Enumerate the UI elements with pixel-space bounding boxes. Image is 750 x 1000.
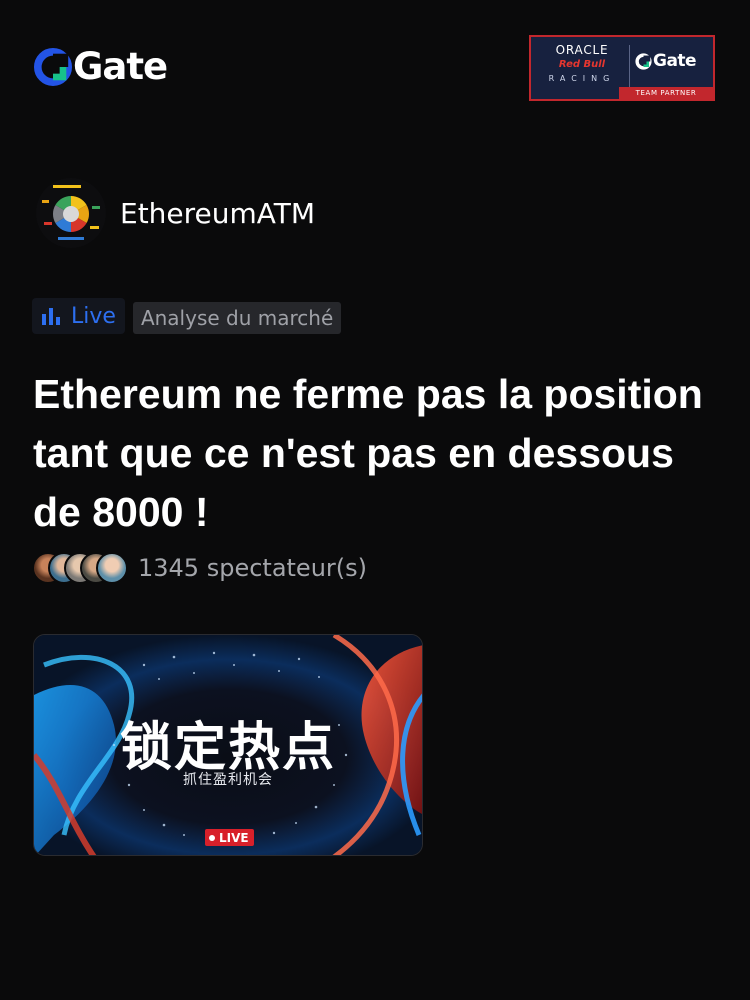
oracle-redbull-racing-logo: ORACLE Red Bull RACING <box>539 44 625 84</box>
live-dot-icon <box>209 834 215 841</box>
live-tag: Live <box>32 298 125 334</box>
stream-tags: Live Analyse du marché <box>32 298 342 334</box>
viewer-summary: 1345 spectateur(s) <box>32 552 367 584</box>
gate-logo-icon <box>34 48 72 86</box>
partner-divider <box>629 45 630 87</box>
bar-chart-icon <box>42 308 60 325</box>
streamer-avatar[interactable] <box>36 178 106 248</box>
live-stream-page: Gate ORACLE Red Bull RACING Gate TEAM PA… <box>0 0 750 1000</box>
live-tag-label: Live <box>71 303 116 329</box>
team-partner-banner[interactable]: ORACLE Red Bull RACING Gate TEAM PARTNER <box>529 35 715 101</box>
streamer-info[interactable]: EthereumATM <box>36 178 315 248</box>
logo-text: Gate <box>73 45 168 88</box>
stream-title: Ethereum ne ferme pas la position tant q… <box>33 371 703 535</box>
racing-text: RACING <box>548 74 616 83</box>
redbull-text: Red Bull <box>558 59 606 70</box>
oracle-text: ORACLE <box>555 43 609 57</box>
viewer-avatars <box>32 552 128 584</box>
streamer-name[interactable]: EthereumATM <box>120 197 315 230</box>
stream-preview-card[interactable]: 锁定热点 抓住盈利机会 LIVE <box>33 634 423 856</box>
category-tag[interactable]: Analyse du marché <box>132 302 342 334</box>
gate-logo-icon <box>635 52 652 70</box>
thumbnail-subtitle: 抓住盈利机会 <box>183 772 273 788</box>
gate-logo[interactable]: Gate <box>34 45 168 88</box>
partner-gate-text: Gate <box>653 51 697 71</box>
partner-gate-logo: Gate <box>635 51 697 71</box>
pie-chart-avatar-icon <box>36 178 106 248</box>
viewer-avatar <box>96 552 128 584</box>
team-partner-label: TEAM PARTNER <box>619 87 713 99</box>
live-badge-label: LIVE <box>219 830 249 845</box>
viewer-count: 1345 spectateur(s) <box>138 554 368 582</box>
live-badge: LIVE <box>205 829 254 846</box>
